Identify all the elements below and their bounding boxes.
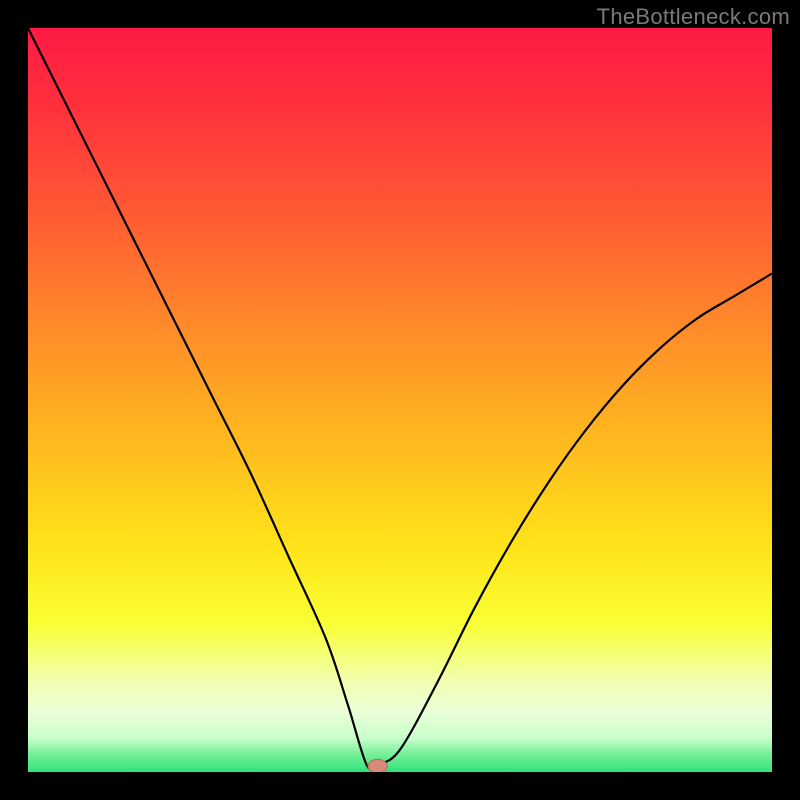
gradient-rect <box>28 28 772 772</box>
plot-area <box>28 28 772 772</box>
watermark-text: TheBottleneck.com <box>597 4 790 30</box>
optimal-point-marker <box>368 759 387 772</box>
plot-svg <box>28 28 772 772</box>
chart-frame: TheBottleneck.com <box>0 0 800 800</box>
